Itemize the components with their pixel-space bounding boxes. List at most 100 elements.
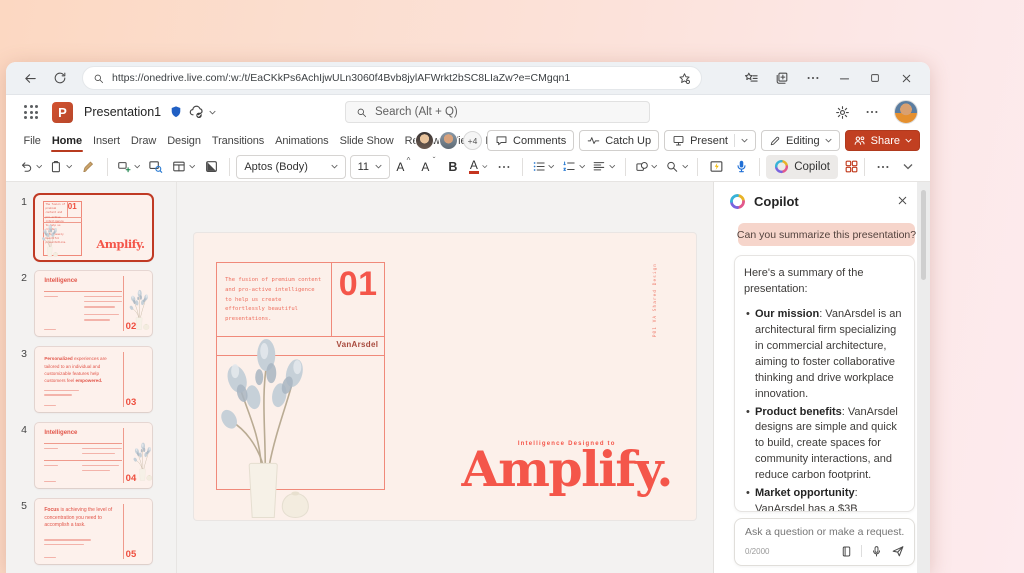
present-button[interactable]: Present (664, 130, 756, 151)
share-button[interactable]: Share (844, 130, 920, 151)
font-name-select[interactable]: Aptos (Body) (236, 154, 346, 179)
pencil-icon (770, 136, 780, 145)
bold-button[interactable]: B (441, 155, 465, 179)
document-title[interactable]: Presentation1 (84, 105, 161, 119)
font-color-button[interactable]: A (466, 155, 491, 179)
save-status-chevron-icon[interactable] (209, 110, 216, 115)
format-painter-button[interactable] (77, 155, 101, 179)
header-more-icon[interactable] (865, 105, 879, 119)
tab-file[interactable]: File (18, 129, 46, 152)
slide-thumbnail-5[interactable]: Focus is achieving the level of concentr… (35, 499, 152, 564)
settings-gear-icon[interactable] (835, 105, 850, 120)
send-icon[interactable] (891, 544, 905, 558)
paste-button[interactable] (46, 155, 75, 179)
plant-illustration (41, 224, 58, 257)
refresh-button[interactable] (48, 66, 72, 90)
slide-thumbnail-1[interactable]: The fusion of premium content and pro-ac… (35, 195, 152, 260)
editing-dropdown-icon[interactable] (825, 138, 832, 143)
reuse-slides-button[interactable] (144, 155, 168, 179)
slide-thumbnail-3[interactable]: Personalized experiences are tailored to… (35, 347, 152, 412)
share-people-icon (854, 136, 865, 145)
back-button[interactable] (18, 66, 42, 90)
catch-up-button[interactable]: Catch Up (579, 130, 660, 151)
find-button[interactable] (662, 155, 691, 179)
new-slide-button[interactable] (114, 155, 143, 179)
slide-side-text[interactable]: P01 VA Shared Design (653, 263, 658, 337)
font-more-button[interactable] (492, 155, 516, 179)
copilot-panel: Copilot Can you summarize this presentat… (713, 182, 930, 573)
account-avatar[interactable] (894, 100, 918, 124)
mic-icon[interactable] (870, 545, 883, 558)
copilot-response-card: Here's a summary of the presentation: Ou… (734, 255, 915, 512)
align-button[interactable] (589, 155, 618, 179)
numbering-button[interactable] (559, 155, 588, 179)
browser-chrome: https://onedrive.live.com/:w:/t/EaCKkPs6… (6, 62, 930, 95)
shapes-button[interactable] (632, 155, 661, 179)
favorite-star-icon[interactable] (678, 72, 691, 85)
designer-panel-button[interactable] (704, 155, 728, 179)
editing-mode-button[interactable]: Editing (761, 130, 840, 151)
undo-button[interactable] (16, 155, 45, 179)
quick-toolbar: Aptos (Body) 11 A ^ Aˇ B A Copilot (6, 152, 930, 182)
slide-number-label: 3 (21, 348, 27, 360)
minimize-button[interactable] (832, 66, 856, 90)
present-dropdown-icon[interactable] (741, 138, 748, 143)
slide-thumbnail-2[interactable]: Intelligence 02 (35, 271, 152, 336)
share-dropdown-icon[interactable] (905, 138, 912, 143)
close-window-button[interactable] (894, 66, 918, 90)
bullets-button[interactable] (529, 155, 558, 179)
dictate-button[interactable] (729, 155, 753, 179)
slide-thumbnail-4[interactable]: Intelligence 04 (35, 423, 152, 488)
ribbon-tabs: File Home Insert Draw Design Transitions… (6, 129, 930, 152)
grow-font-button[interactable]: A ^ (391, 155, 415, 179)
copilot-scrollbar[interactable] (917, 182, 930, 573)
designer-button[interactable] (199, 155, 223, 179)
desktop-background: https://onedrive.live.com/:w:/t/EaCKkPs6… (0, 0, 1024, 573)
plant-illustration (129, 289, 150, 330)
collections-icon[interactable] (770, 66, 794, 90)
tab-transitions[interactable]: Transitions (206, 129, 269, 152)
copilot-toolbar-button[interactable]: Copilot (766, 154, 839, 179)
copilot-title: Copilot (754, 194, 799, 209)
plant-illustration (132, 442, 152, 481)
browser-more-icon[interactable] (801, 66, 825, 90)
slide-editor[interactable]: The fusion of premium content and pro-ac… (194, 233, 696, 520)
comments-button[interactable]: Comments (487, 130, 575, 151)
thumbnail-row-3: 3 Personalized experiences are tailored … (13, 347, 176, 412)
tab-design[interactable]: Design (162, 129, 207, 152)
workspace: 1 The fusion of premium content and pro-… (6, 182, 930, 573)
collaborator-avatar-2[interactable] (439, 131, 459, 150)
favorites-bar-icon[interactable] (739, 66, 763, 90)
shrink-font-button[interactable]: Aˇ (416, 155, 440, 179)
tab-home[interactable]: Home (46, 129, 87, 152)
slide-big-number[interactable]: 01 (331, 265, 385, 304)
font-size-select[interactable]: 11 (349, 154, 390, 179)
plant-illustration (217, 338, 310, 519)
user-message-bubble: Can you summarize this presentation? (737, 223, 916, 246)
office-search-box[interactable]: Search (Alt + Q) (345, 101, 650, 123)
tab-insert[interactable]: Insert (88, 129, 126, 152)
tab-slide-show[interactable]: Slide Show (334, 129, 399, 152)
app-launcher-icon[interactable] (24, 105, 38, 119)
designer-gallery-button[interactable] (839, 155, 863, 179)
collaborator-avatar-1[interactable] (415, 131, 435, 150)
url-bar[interactable]: https://onedrive.live.com/:w:/t/EaCKkPs6… (82, 66, 702, 90)
slide-title-block[interactable]: Intelligence Designed to Amplify. (450, 441, 683, 494)
copilot-prompt-input[interactable] (745, 526, 904, 538)
powerpoint-icon[interactable]: P (52, 101, 73, 123)
tab-draw[interactable]: Draw (125, 129, 161, 152)
tab-animations[interactable]: Animations (270, 129, 334, 152)
slide-description-text[interactable]: The fusion of premium content and pro-ac… (225, 276, 323, 325)
maximize-button[interactable] (863, 66, 887, 90)
prompt-guide-icon[interactable] (840, 545, 853, 558)
layout-button[interactable] (169, 155, 198, 179)
slide-canvas: The fusion of premium content and pro-ac… (176, 182, 713, 573)
save-status-cloud-icon[interactable] (188, 104, 204, 120)
browser-window: https://onedrive.live.com/:w:/t/EaCKkPs6… (6, 62, 930, 573)
url-text: https://onedrive.live.com/:w:/t/EaCKkPs6… (112, 72, 571, 84)
slide-thumbnail-panel: 1 The fusion of premium content and pro-… (6, 182, 176, 573)
collaborator-overflow-badge[interactable]: +4 (463, 131, 483, 150)
copilot-close-icon[interactable] (896, 194, 909, 207)
toolbar-more-button[interactable] (871, 155, 895, 179)
ribbon-collapse-button[interactable] (896, 155, 920, 179)
